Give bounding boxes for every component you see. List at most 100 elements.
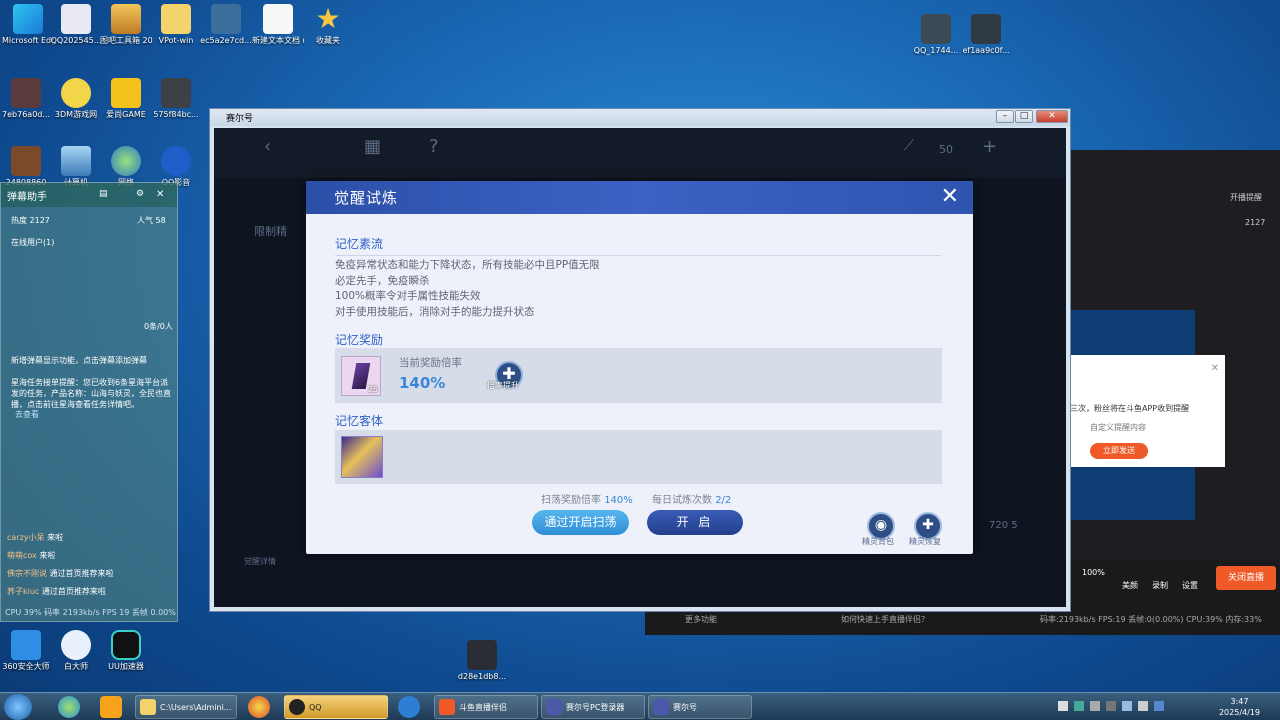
app-icon[interactable] [100,696,122,718]
beauty-tool[interactable]: 美颜 [1122,580,1138,591]
tray-icon[interactable] [1090,701,1100,711]
more-functions[interactable]: 更多功能 [685,614,717,625]
dialog-header: 觉醒试炼 ✕ [306,181,973,214]
close-icon[interactable]: ✕ [156,189,164,200]
chat-row: carzy小呆 来啦 [7,533,64,542]
stats-line: CPU 39% 码率 2193kb/s FPS 19 丢帧 0.00% [5,608,176,617]
desktop-icon-3dm[interactable]: 3DM游戏网 [50,78,102,120]
rate-label: 当前奖励倍率 [399,357,462,369]
effect-line: 100%概率令对手属性技能失效 [335,290,481,303]
danmu-header[interactable]: 弹幕助手 ✕ ⚙ ▤ [1,183,177,207]
online-users[interactable]: 在线用户(1) [11,237,54,248]
taskbar-seer[interactable]: 赛尔号 [648,695,752,719]
danmu-title: 弹幕助手 [7,191,47,203]
status-line: 码率:2193kb/s FPS:19 丢帧:0(0.00%) CPU:39% 内… [1040,615,1262,624]
desktop-icon-baidashi[interactable]: 白大师 [50,630,102,672]
desktop-icon-txt[interactable]: 新建文本文档 (2).txt [252,4,304,46]
sweep-rate: 扫荡奖励倍率 140% [541,495,633,506]
clock-date: 2025/4/19 [1218,708,1260,717]
browser2-icon[interactable] [248,696,270,718]
sweep-button[interactable]: 通过开启扫荡 [532,510,629,535]
grid-icon[interactable]: ▦ [364,136,381,157]
zoom-level[interactable]: 100% [1082,568,1105,577]
app2-icon[interactable] [398,696,420,718]
qq-icon [289,699,305,715]
pet-avatar[interactable] [341,436,383,478]
danmu-assistant-panel: 弹幕助手 ✕ ⚙ ▤ 热度 2127 人气 58 在线用户(1) 0条/0人 新… [0,182,178,622]
help-icon[interactable]: ? [429,136,439,157]
pet-heal-label: 精灵恢复 [909,537,941,546]
effect-line: 对手使用技能后，消除对手的能力提升状态 [335,305,535,318]
start-button[interactable] [4,694,32,720]
reward-item[interactable]: 25 [341,356,381,396]
gear-icon[interactable]: ⚙ [136,189,144,199]
desktop-icon-edge[interactable]: Microsoft Edge [2,4,54,46]
minimize-button[interactable]: – [996,110,1014,123]
desktop-icon-qq-file[interactable]: QQ202545... [50,4,102,46]
face-icon [61,630,91,660]
desktop-icon-ef1a[interactable]: ef1aa9c0f... [960,14,1012,56]
rate-boost-label: 倍率提升 [487,381,519,390]
close-window-button[interactable]: ✕ [1036,110,1068,123]
folder-icon [140,699,156,715]
tray-icon[interactable] [1074,701,1084,711]
close-icon[interactable]: ✕ [941,186,959,208]
game-icon [111,78,141,108]
desktop-icon-tuba[interactable]: 图吧工具箱 2025 [100,4,152,46]
clock[interactable]: 3:47 2025/4/19 [1219,696,1260,718]
popup-text: 三次，粉丝将在斗鱼APP收到提醒 [1070,404,1190,413]
settings-tool[interactable]: 设置 [1182,580,1198,591]
volume-icon[interactable] [1138,701,1148,711]
help-link[interactable]: 如何快速上手直播伴侣？ [841,614,929,625]
tray-icon[interactable] [1154,701,1164,711]
record-tool[interactable]: 录制 [1152,580,1168,591]
bag-icon: ◉ [874,517,888,533]
start-button[interactable]: 开 启 [647,510,743,535]
folder-icon [161,4,191,34]
desktop-icon-ec5a[interactable]: ec5a2e7cd... [200,4,252,46]
chat-row: 荞子kiuc 通过首页推荐来啦 [7,587,106,596]
desktop-icon-aishang[interactable]: 爱尚GAME [100,78,152,120]
desktop-icon-d28e[interactable]: d28e1db8... [456,640,508,682]
computer-icon [61,146,91,176]
daily-attempts: 每日试炼次数 2/2 [652,495,732,506]
effect-description: 免疫异常状态和能力下降状态，所有技能必中且PP值无限 必定先手，免疫瞬杀 100… [335,258,600,320]
image-icon [11,78,41,108]
stop-live-button[interactable]: 关闭直播 [1216,566,1276,590]
notice-1: 新增弹幕显示功能，点击弹幕添加弹幕 [11,356,147,365]
taskbar-explorer[interactable]: C:\Users\Admini... [135,695,237,719]
network-icon[interactable] [1122,701,1132,711]
go-check-link[interactable]: 去查看 [15,409,39,420]
tray-icon[interactable] [1058,701,1068,711]
top-count: 50 [939,143,953,156]
image-icon [921,14,951,44]
popup-custom[interactable]: 自定义提醒内容 [1090,422,1146,433]
desktop-icon-uu[interactable]: UU加速器 [100,630,152,672]
desktop-icon-360[interactable]: 360安全大师 [0,630,52,672]
chat-row: 萌萌cox 来啦 [7,551,56,560]
desktop-icon-favorites[interactable]: ★ 收藏夹 [302,4,354,46]
desktop-icon-vpot[interactable]: VPot-win [150,4,202,46]
back-icon[interactable]: ‹ [264,136,271,157]
bg-limit-label: 限制精 [254,225,287,238]
reward-panel: 25 当前奖励倍率 140% ✚ 倍率提升 [335,348,942,403]
browser-icon[interactable] [58,696,80,718]
maximize-button[interactable]: □ [1015,110,1033,123]
add-icon[interactable]: + [982,136,997,157]
desktop-icon-575f[interactable]: 575f84bc... [150,78,202,120]
taskbar-seer-login[interactable]: 赛尔号PC登录器 [541,695,645,719]
uu-icon [111,630,141,660]
taskbar-qq[interactable]: QQ [284,695,388,719]
desktop-icon-qq-1744[interactable]: QQ_1744... [910,14,962,56]
copy-icon[interactable]: ▤ [99,189,108,199]
game-titlebar[interactable]: 赛尔号 – □ ✕ [210,109,1070,126]
close-icon[interactable]: ✕ [1211,363,1219,374]
pet-bag-label: 精灵背包 [862,537,894,546]
fans-reminder[interactable]: 开播提醒 [1230,192,1262,203]
hot-value: 热度 2127 [11,216,50,225]
divider [335,255,941,256]
taskbar-douyu[interactable]: 斗鱼直播伴侣 [434,695,538,719]
desktop-icon-7eb7[interactable]: 7eb76a0d... [0,78,52,120]
send-now-button[interactable]: 立即发送 [1090,443,1148,459]
tray-icon[interactable] [1106,701,1116,711]
